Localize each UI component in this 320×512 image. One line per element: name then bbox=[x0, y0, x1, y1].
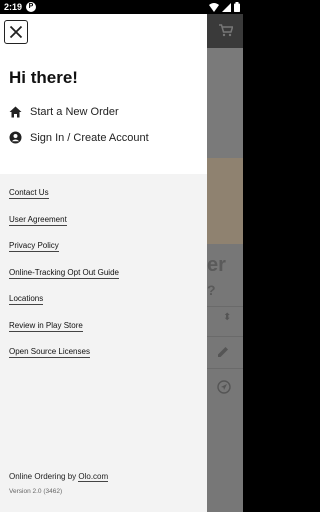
menu-item-start-order[interactable]: Start a New Order bbox=[9, 106, 119, 118]
status-bar: 2:19 P bbox=[0, 0, 243, 14]
dropdown-arrows-icon: ⬍ bbox=[223, 312, 232, 323]
link-contact-us[interactable]: Contact Us bbox=[9, 188, 49, 199]
menu-item-label: Start a New Order bbox=[30, 106, 119, 118]
background-app[interactable]: er ? ⬍ bbox=[207, 14, 243, 512]
divider bbox=[207, 306, 243, 307]
menu-item-label: Sign In / Create Account bbox=[30, 131, 149, 144]
drawer-header: Hi there! Start a New Order Sign In / Cr… bbox=[0, 14, 207, 174]
navigation-drawer: Hi there! Start a New Order Sign In / Cr… bbox=[0, 14, 207, 512]
app-version: Version 2.0 (3462) bbox=[9, 488, 63, 495]
home-icon bbox=[9, 106, 22, 118]
edit-icon[interactable] bbox=[217, 346, 229, 358]
menu-item-sign-in[interactable]: Sign In / Create Account bbox=[9, 131, 149, 144]
status-time: 2:19 bbox=[4, 2, 23, 12]
signal-icon bbox=[222, 2, 231, 12]
cart-icon[interactable] bbox=[219, 24, 233, 37]
link-privacy-policy[interactable]: Privacy Policy bbox=[9, 241, 59, 252]
greeting-title: Hi there! bbox=[9, 68, 78, 87]
link-open-source-licenses[interactable]: Open Source Licenses bbox=[9, 347, 90, 358]
background-hero-image bbox=[207, 48, 243, 158]
navigation-icon[interactable] bbox=[217, 380, 231, 394]
status-icons bbox=[209, 2, 240, 12]
powered-by-prefix: Online Ordering by bbox=[9, 472, 79, 481]
wifi-icon bbox=[209, 2, 219, 12]
background-subheading: ? bbox=[207, 282, 216, 298]
powered-by: Online Ordering by Olo.com bbox=[9, 472, 109, 482]
notification-badge: P bbox=[26, 2, 36, 12]
divider bbox=[207, 336, 243, 337]
divider bbox=[207, 368, 243, 369]
account-icon bbox=[9, 131, 22, 144]
link-review-play-store[interactable]: Review in Play Store bbox=[9, 321, 83, 332]
link-tracking-opt-out[interactable]: Online-Tracking Opt Out Guide bbox=[9, 268, 119, 279]
close-icon bbox=[9, 25, 23, 39]
link-locations[interactable]: Locations bbox=[9, 294, 44, 305]
close-button[interactable] bbox=[4, 20, 28, 44]
background-hero-image-lower bbox=[207, 158, 243, 244]
olo-link[interactable]: Olo.com bbox=[78, 472, 109, 482]
background-heading: er bbox=[207, 254, 226, 276]
link-user-agreement[interactable]: User Agreement bbox=[9, 215, 67, 226]
battery-icon bbox=[234, 2, 240, 12]
